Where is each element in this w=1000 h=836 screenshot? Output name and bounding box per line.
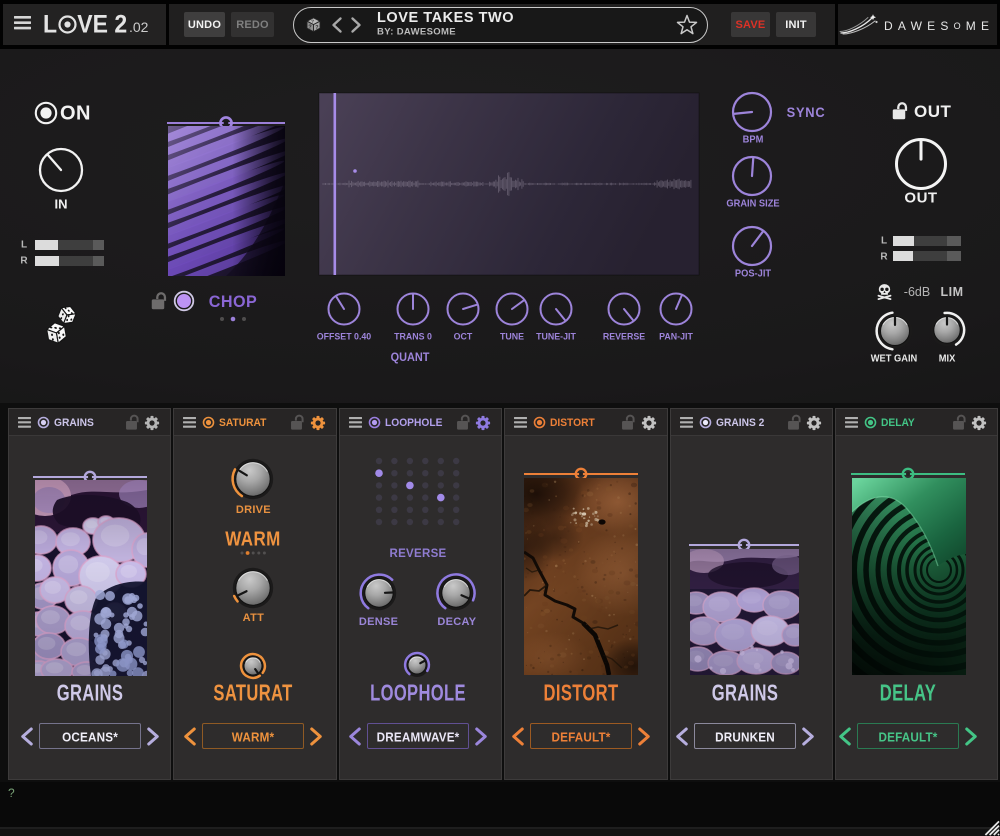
svg-text:?: ? [315,25,318,31]
svg-text:?: ? [308,25,311,31]
svg-text:?: ? [311,19,314,24]
